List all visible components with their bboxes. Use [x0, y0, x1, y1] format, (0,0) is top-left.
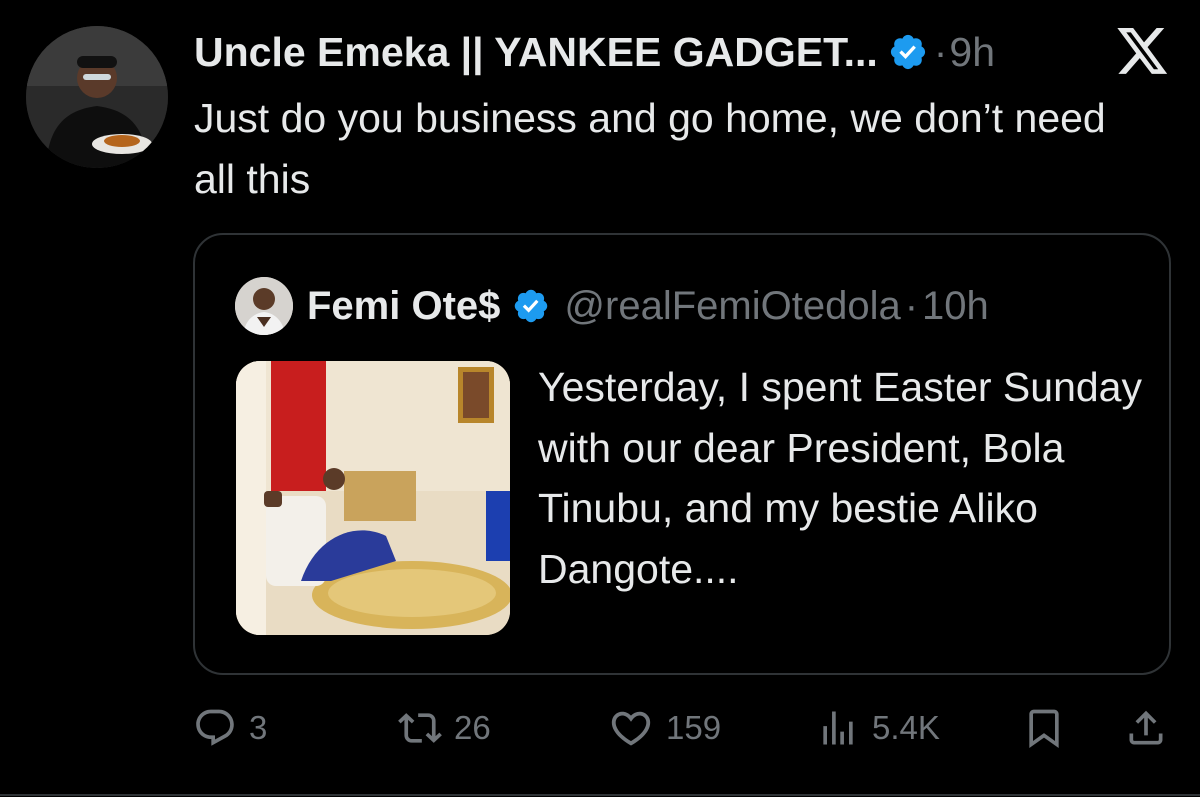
x-logo-icon: [1116, 28, 1170, 76]
repost-count: 26: [454, 709, 491, 746]
quoted-tweet-header: Femi Ote$ @realFemiOtedola · 10h: [235, 277, 989, 335]
repost-button[interactable]: 26: [398, 700, 491, 756]
bookmark-icon: [1029, 709, 1059, 749]
header-separator: ·: [933, 28, 948, 75]
tweet-time[interactable]: 9h: [949, 29, 995, 76]
tweet-header: Uncle Emeka || YANKEE GADGET... · 9h: [194, 24, 995, 80]
quoted-tweet-card[interactable]: Femi Ote$ @realFemiOtedola · 10h Yesterd…: [193, 233, 1171, 675]
quoted-tweet-photo[interactable]: [236, 361, 510, 635]
quoted-author-name: Femi Ote$: [307, 283, 501, 328]
quoted-header-separator: ·: [904, 283, 919, 328]
quoted-tweet-text: Yesterday, I spent Easter Sunday with ou…: [538, 364, 1142, 592]
verified-badge-icon: [512, 287, 550, 325]
share-icon: [1129, 710, 1163, 745]
like-button[interactable]: 159: [608, 700, 721, 756]
views-icon: [823, 711, 853, 745]
author-name[interactable]: Uncle Emeka || YANKEE GADGET...: [194, 29, 878, 76]
tweet-text: Just do you business and go home, we don…: [194, 95, 1106, 202]
author-avatar[interactable]: [26, 26, 168, 168]
tweet-actions: 3 26 159 5.4K: [0, 700, 1200, 760]
reply-count: 3: [249, 709, 268, 746]
bookmark-button[interactable]: [1022, 700, 1066, 756]
like-icon: [611, 711, 651, 746]
verified-badge-icon: [888, 32, 928, 72]
like-count: 159: [666, 709, 722, 746]
quoted-author-handle: @realFemiOtedola: [564, 283, 901, 328]
quoted-tweet-time: 10h: [922, 283, 989, 328]
author-avatar-image: [26, 26, 168, 168]
views-count: 5.4K: [872, 709, 940, 746]
reply-button[interactable]: 3: [193, 700, 267, 756]
divider: [0, 794, 1200, 796]
quoted-author-avatar: [235, 277, 293, 335]
repost-icon: [398, 713, 442, 743]
views-button[interactable]: 5.4K: [816, 700, 940, 756]
reply-icon: [196, 709, 234, 746]
share-button[interactable]: [1124, 700, 1168, 756]
